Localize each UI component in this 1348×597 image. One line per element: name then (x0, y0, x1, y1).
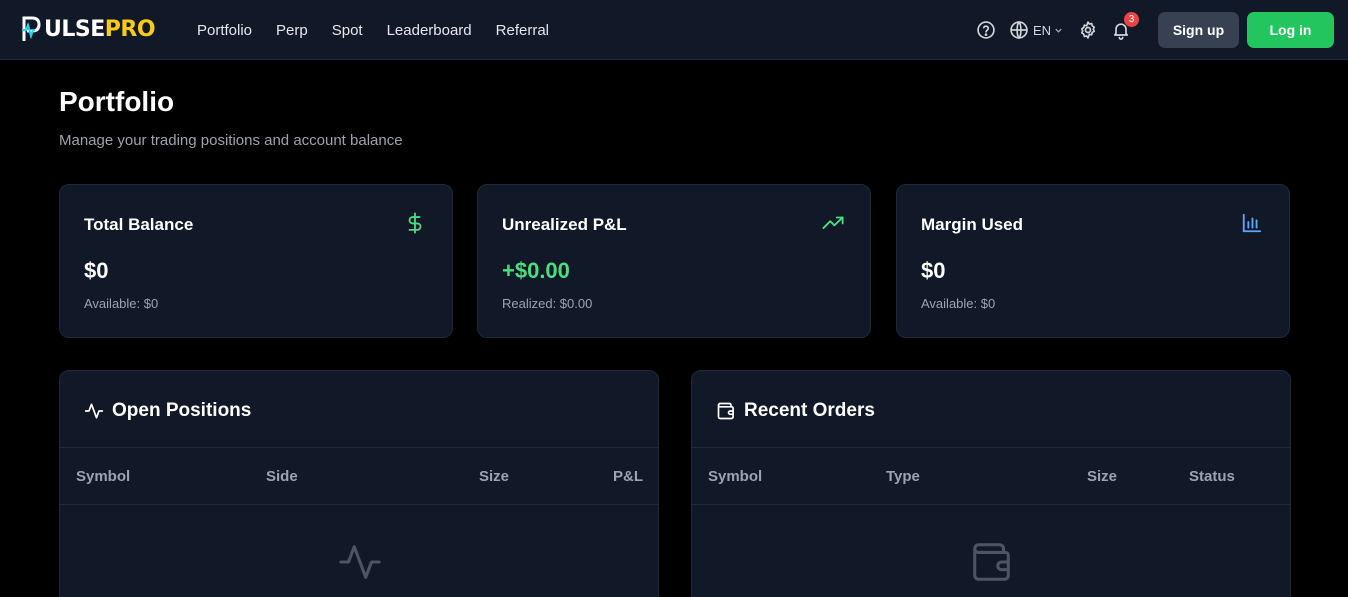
nav-link-portfolio[interactable]: Portfolio (197, 22, 252, 39)
stat-subtext: Realized: $0.00 (502, 296, 593, 311)
open-positions-panel: Open Positions Symbol Side Size P&L (59, 370, 659, 597)
globe-icon (1010, 20, 1028, 40)
stat-value: +$0.00 (502, 258, 570, 283)
stat-subtext: Available: $0 (84, 296, 159, 311)
chevron-down-icon (1055, 28, 1062, 33)
dollar-icon (408, 212, 422, 234)
gear-icon (1080, 21, 1096, 39)
column-header-size[interactable]: Size (1087, 468, 1117, 485)
settings-button[interactable] (1077, 19, 1099, 41)
nav-actions: EN 3 Sign up Log in (975, 0, 1334, 60)
nav-link-spot[interactable]: Spot (332, 22, 363, 39)
language-label: EN (1032, 22, 1051, 38)
top-navbar: ULSE PRO Portfolio Perp Spot Leaderboard … (0, 0, 1348, 60)
bar-chart-icon (1242, 213, 1262, 233)
wallet-icon (973, 543, 1010, 581)
margin-used-card: Margin Used $0 Available: $0 (896, 184, 1290, 338)
brand-logo[interactable]: ULSE PRO (21, 13, 156, 45)
page-subtitle: Manage your trading positions and accoun… (59, 132, 403, 149)
brand-name-right: PRO (104, 16, 156, 42)
notifications-button[interactable]: 3 (1110, 12, 1139, 41)
panel-header: Open Positions (60, 371, 658, 448)
main-nav: Portfolio Perp Spot Leaderboard Referral (197, 0, 573, 60)
stat-title: Total Balance (84, 215, 194, 234)
panel-title: Recent Orders (744, 400, 875, 421)
panel-title: Open Positions (112, 400, 252, 421)
stat-subtext: Available: $0 (921, 296, 996, 311)
help-button[interactable] (975, 19, 997, 41)
column-header-symbol[interactable]: Symbol (76, 468, 130, 485)
orders-table-header: Symbol Type Size Status (692, 448, 1290, 505)
nav-link-perp[interactable]: Perp (276, 22, 308, 39)
column-header-symbol[interactable]: Symbol (708, 468, 762, 485)
stat-value: $0 (921, 258, 946, 283)
column-header-pnl[interactable]: P&L (613, 468, 643, 485)
column-header-type[interactable]: Type (886, 468, 920, 485)
column-header-side[interactable]: Side (266, 468, 298, 485)
column-header-size[interactable]: Size (479, 468, 509, 485)
column-header-status[interactable]: Status (1189, 468, 1235, 485)
language-selector[interactable]: EN (1009, 20, 1063, 40)
total-balance-card: Total Balance $0 Available: $0 (59, 184, 453, 338)
stat-title: Unrealized P&L (502, 215, 627, 234)
brand-name-left: ULSE (44, 16, 105, 42)
positions-table-header: Symbol Side Size P&L (60, 448, 658, 505)
notification-count-badge: 3 (1124, 12, 1139, 27)
wallet-icon (717, 402, 734, 420)
trending-up-icon (822, 216, 844, 229)
help-circle-icon (977, 21, 995, 39)
stat-value: $0 (84, 258, 109, 283)
nav-link-referral[interactable]: Referral (496, 22, 549, 39)
signup-button[interactable]: Sign up (1158, 12, 1239, 48)
login-button[interactable]: Log in (1247, 12, 1334, 48)
activity-icon (339, 545, 381, 579)
activity-icon (84, 403, 104, 419)
unrealized-pnl-card: Unrealized P&L +$0.00 Realized: $0.00 (477, 184, 871, 338)
stat-title: Margin Used (921, 215, 1024, 234)
page-title: Portfolio (59, 86, 175, 117)
nav-link-leaderboard[interactable]: Leaderboard (387, 22, 472, 39)
panel-header: Recent Orders (692, 371, 1290, 448)
pulse-p-icon (22, 16, 41, 41)
recent-orders-panel: Recent Orders Symbol Type Size Status (691, 370, 1291, 597)
